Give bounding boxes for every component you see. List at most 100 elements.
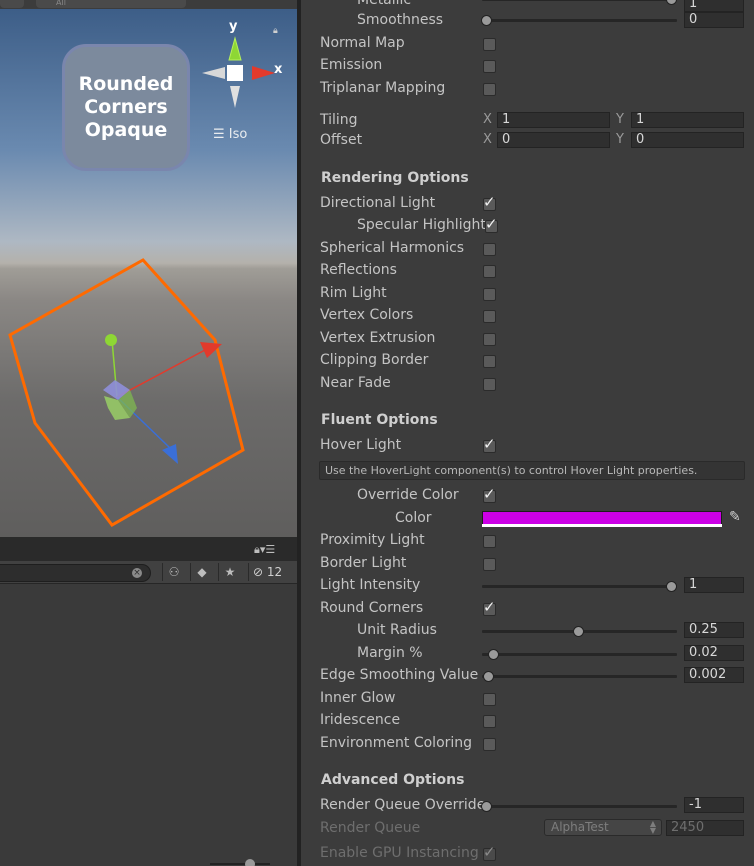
metallic-value-field[interactable]: 1 [684,0,744,12]
scene-view[interactable]: All Rounded Corners Opaque y x 🔒︎ ☰ Iso [0,0,297,537]
specular-highlights-checkbox[interactable]: ✓ [485,217,498,233]
reflections-label: Reflections [320,262,397,278]
spherical-harmonics-checkbox[interactable] [483,243,496,256]
margin-slider-track[interactable] [482,653,677,656]
filter-by-label-icon[interactable]: ◆ [190,563,213,581]
updown-arrows-icon: ▲ ▼ [649,819,656,835]
round-corners-checkbox[interactable]: ✓ [483,600,496,616]
render-queue-dropdown[interactable]: AlphaTest ▲ ▼ [544,819,662,836]
tiling-x-field[interactable]: 1 [497,112,610,128]
edge-smoothing-value-field[interactable]: 0.002 [684,667,744,683]
badge-line-3: Opaque [84,119,168,141]
metallic-label: Metallic [357,0,412,8]
material-inspector: Metallic 1 Smoothness 0 Normal Map Emiss… [301,0,754,866]
unit-radius-label: Unit Radius [357,622,437,638]
panel-header: 🔒︎▾☰ [0,537,297,561]
near-fade-label: Near Fade [320,375,391,391]
scene-search[interactable]: All [36,0,186,8]
round-corners-label: Round Corners [320,600,424,616]
normal-map-checkbox[interactable] [483,38,496,51]
panel-lock-icon[interactable]: 🔒︎▾☰ [254,543,275,557]
metallic-slider-track[interactable] [482,0,677,1]
lock-icon[interactable]: 🔒︎ [273,26,278,36]
advanced-options-header: Advanced Options [321,772,465,788]
triplanar-label: Triplanar Mapping [320,80,446,96]
x-axis-handle[interactable] [116,349,206,398]
environment-coloring-checkbox[interactable] [483,738,496,751]
render-queue-override-value-field[interactable]: -1 [684,797,744,813]
scene-tab-left[interactable] [0,0,24,8]
margin-slider-knob[interactable] [488,649,499,660]
render-queue-value-field[interactable]: 2450 [666,820,744,836]
hidden-count: 12 [266,565,283,579]
triplanar-checkbox[interactable] [483,83,496,96]
unit-radius-slider-knob[interactable] [573,626,584,637]
smoothness-slider-track[interactable] [482,19,677,22]
reflections-checkbox[interactable] [483,265,496,278]
hidden-count-toggle[interactable]: ⊘ 12 [248,563,296,581]
light-intensity-value-field[interactable]: 1 [684,577,744,593]
filter-by-type-icon[interactable]: ⚇ [162,563,185,581]
metallic-slider-knob[interactable] [666,0,677,5]
proximity-light-checkbox[interactable] [483,535,496,548]
search-input[interactable]: × [0,564,151,582]
menu-icon: ☰ [213,127,225,142]
color-alpha-bar [482,524,722,527]
y-axis-cap[interactable] [105,334,117,346]
render-queue-override-label: Render Queue Override [320,797,486,813]
vertex-colors-checkbox[interactable] [483,310,496,323]
projection-toggle[interactable]: ☰ Iso [213,127,247,142]
offset-x-label: X [483,132,492,147]
zoom-slider[interactable] [210,856,270,866]
unit-radius-value-field[interactable]: 0.25 [684,622,744,638]
near-fade-checkbox[interactable] [483,378,496,391]
light-intensity-slider-track[interactable] [482,585,677,588]
smoothness-label: Smoothness [357,12,444,28]
override-color-checkbox[interactable]: ✓ [483,487,496,503]
vertex-colors-label: Vertex Colors [320,307,414,323]
iridescence-checkbox[interactable] [483,715,496,728]
offset-y-label: Y [616,132,624,147]
edge-smoothing-slider-track[interactable] [482,675,677,678]
eyedropper-icon[interactable]: ✎ [729,509,741,525]
margin-value-field[interactable]: 0.02 [684,645,744,661]
render-queue-label: Render Queue [320,820,421,836]
gizmo-x-label: x [274,62,283,77]
hover-light-checkbox[interactable]: ✓ [483,437,496,453]
inner-glow-checkbox[interactable] [483,693,496,706]
smoothness-value-field[interactable]: 0 [684,12,744,28]
specular-highlights-label: Specular Highlights [357,217,494,233]
edge-smoothing-slider-knob[interactable] [483,671,494,682]
gpu-instancing-label: Enable GPU Instancing [320,845,479,861]
favorites-star-icon[interactable]: ★ [218,563,241,581]
panel-toolbar: × ⚇ ◆ ★ ⊘ 12 [0,561,297,584]
offset-y-field[interactable]: 0 [631,132,744,148]
shader-badge: Rounded Corners Opaque [62,44,190,171]
smoothness-slider-knob[interactable] [481,15,492,26]
margin-label: Margin % [357,645,423,661]
rim-light-checkbox[interactable] [483,288,496,301]
tiling-y-field[interactable]: 1 [631,112,744,128]
render-queue-override-slider-track[interactable] [482,805,677,808]
spherical-harmonics-label: Spherical Harmonics [320,240,465,256]
panel-content[interactable] [0,584,297,866]
vertex-extrusion-checkbox[interactable] [483,333,496,346]
light-intensity-slider-knob[interactable] [666,581,677,592]
z-axis-arrow[interactable] [162,444,178,464]
emission-checkbox[interactable] [483,60,496,73]
tiling-label: Tiling [320,112,358,128]
border-light-checkbox[interactable] [483,558,496,571]
projection-label: Iso [228,127,248,142]
clear-search-icon[interactable]: × [132,568,142,578]
clipping-border-checkbox[interactable] [483,355,496,368]
hover-light-help-box: Use the HoverLight component(s) to contr… [319,461,745,480]
clipping-border-label: Clipping Border [320,352,429,368]
gpu-instancing-checkbox[interactable]: ✓ [483,845,496,861]
directional-light-checkbox[interactable]: ✓ [483,195,496,211]
hierarchy-panel: 🔒︎▾☰ × ⚇ ◆ ★ ⊘ 12 [0,537,297,866]
badge-line-1: Rounded [78,73,174,95]
selected-object[interactable] [0,250,297,537]
vertex-extrusion-label: Vertex Extrusion [320,330,436,346]
offset-x-field[interactable]: 0 [497,132,610,148]
render-queue-override-slider-knob[interactable] [481,801,492,812]
